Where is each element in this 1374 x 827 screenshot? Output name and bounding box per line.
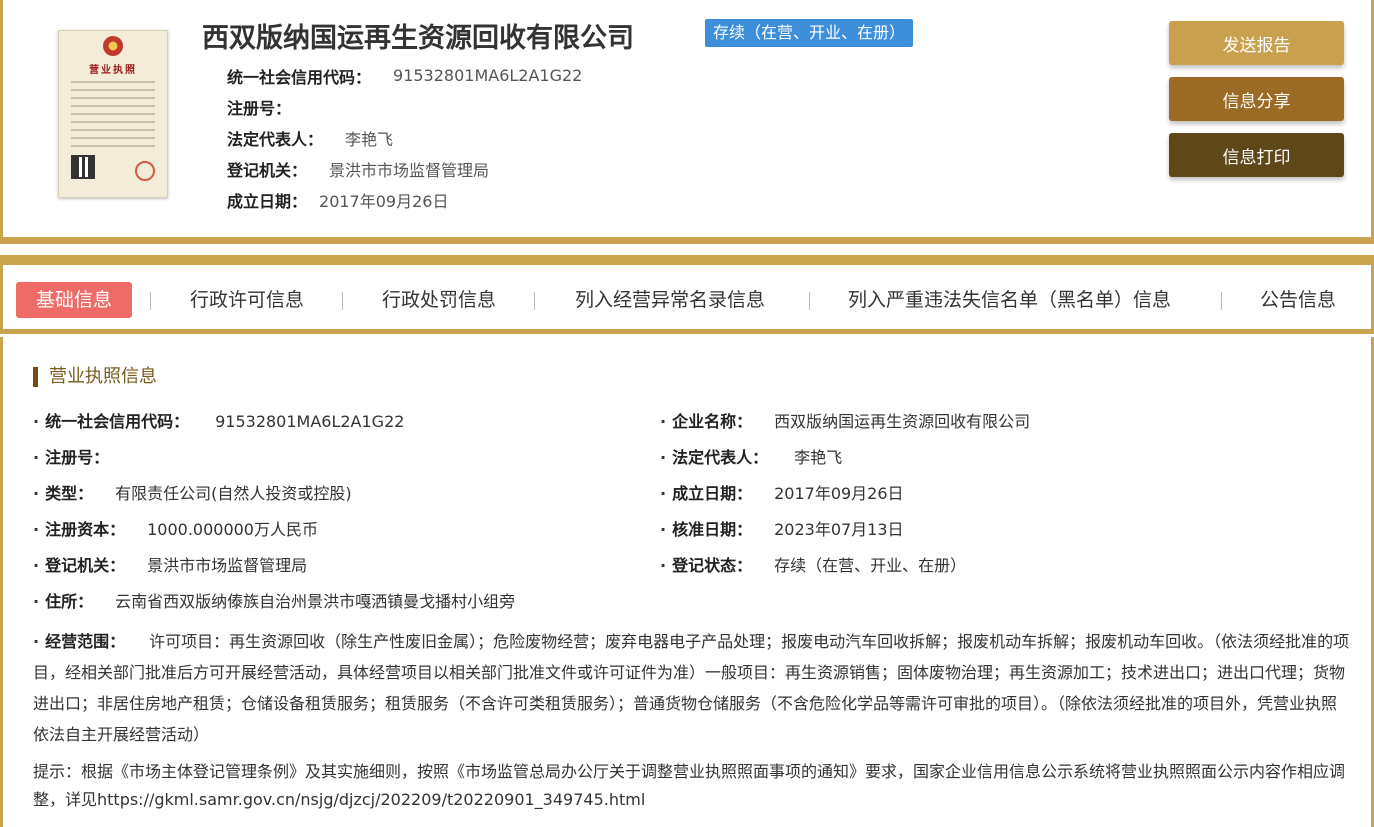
- field-label: 统一社会信用代码：: [45, 412, 190, 431]
- field-reg-no: · 注册号：: [33, 448, 110, 467]
- status-badge: 存续（在营、开业、在册）: [705, 19, 914, 47]
- company-header-card: 营业执照 西双版纳国运再生资源回收有限公司 存续（在营、开业、在册） 统一社会信…: [0, 0, 1374, 244]
- seal-icon: [135, 161, 155, 181]
- header-credit-code-row: 统一社会信用代码： 91532801MA6L2A1G22: [227, 60, 582, 91]
- field-value: 1000.000000万人民币: [147, 520, 318, 539]
- field-legal-rep: · 法定代表人： 李艳飞: [660, 448, 843, 467]
- field-label: 核准日期：: [672, 520, 753, 539]
- field-value: 有限责任公司(自然人投资或控股): [115, 484, 352, 503]
- field-label: 登记机关：: [45, 556, 126, 575]
- section-title: 营业执照信息: [33, 367, 157, 387]
- header-authority-label: 登记机关：: [227, 160, 308, 180]
- tab-blacklist[interactable]: 列入严重违法失信名单（黑名单）信息: [848, 282, 1171, 318]
- field-label: 成立日期：: [672, 484, 753, 503]
- header-authority-row: 登记机关： 景洪市市场监督管理局: [227, 153, 582, 184]
- tab-basic-info[interactable]: 基础信息: [16, 282, 133, 318]
- national-emblem-icon: [103, 36, 123, 56]
- company-name: 西双版纳国运再生资源回收有限公司: [202, 23, 634, 54]
- field-business-scope: · 经营范围： 许可项目：再生资源回收（除生产性废旧金属）；危险废物经营；废弃电器电…: [33, 632, 1350, 744]
- field-type: · 类型： 有限责任公司(自然人投资或控股): [33, 484, 352, 503]
- field-value: 存续（在营、开业、在册）: [774, 556, 967, 575]
- header-credit-code-label: 统一社会信用代码：: [227, 67, 372, 87]
- send-report-button[interactable]: 发送报告: [1169, 21, 1344, 65]
- header-reg-no-label: 注册号：: [227, 98, 292, 118]
- field-value: 2017年09月26日: [774, 484, 904, 503]
- header-founded-value: 2017年09月26日: [319, 191, 449, 211]
- field-capital: · 注册资本： 1000.000000万人民币: [33, 520, 318, 539]
- field-company-name: · 企业名称： 西双版纳国运再生资源回收有限公司: [660, 412, 1031, 431]
- field-approved: · 核准日期： 2023年07月13日: [660, 520, 904, 539]
- tab-announcements[interactable]: 公告信息: [1260, 282, 1336, 318]
- field-address: · 住所： 云南省西双版纳傣族自治州景洪市嘎洒镇曼戈播村小组旁: [33, 592, 516, 611]
- info-tabs: 基础信息 行政许可信息 行政处罚信息 列入经营异常名录信息 列入严重违法失信名单…: [0, 255, 1374, 334]
- share-info-button[interactable]: 信息分享: [1169, 77, 1344, 121]
- field-reg-status: · 登记状态： 存续（在营、开业、在册）: [660, 556, 967, 575]
- field-value: 李艳飞: [794, 448, 843, 467]
- header-founded-label: 成立日期：: [227, 191, 308, 211]
- field-value: 云南省西双版纳傣族自治州景洪市嘎洒镇曼戈播村小组旁: [115, 592, 516, 611]
- tab-divider: [1221, 292, 1222, 310]
- field-founded: · 成立日期： 2017年09月26日: [660, 484, 904, 503]
- field-label: 注册资本：: [45, 520, 126, 539]
- header-legal-rep-row: 法定代表人： 李艳飞: [227, 122, 582, 153]
- field-label: 企业名称：: [672, 412, 753, 431]
- business-scope-text: 许可项目：再生资源回收（除生产性废旧金属）；危险废物经营；废弃电器电子产品处理；…: [33, 632, 1350, 744]
- tab-divider: [150, 292, 151, 310]
- field-value: 2023年07月13日: [774, 520, 904, 539]
- qr-code-icon: [71, 155, 95, 179]
- header-authority-value: 景洪市市场监督管理局: [329, 160, 490, 180]
- header-legal-rep-label: 法定代表人：: [227, 129, 324, 149]
- notice-hint: 提示：根据《市场主体登记管理条例》及其实施细则，按照《市场监管总局办公厅关于调整…: [33, 762, 1346, 809]
- header-reg-no-row: 注册号：: [227, 91, 582, 122]
- header-credit-code-value: 91532801MA6L2A1G22: [393, 66, 583, 85]
- field-label: 经营范围：: [45, 632, 126, 651]
- header-legal-rep-value: 李艳飞: [345, 129, 394, 149]
- header-info: 统一社会信用代码： 91532801MA6L2A1G22 注册号： 法定代表人：…: [227, 60, 582, 215]
- field-label: 住所：: [45, 592, 94, 611]
- tab-admin-license[interactable]: 行政许可信息: [190, 282, 304, 318]
- license-info-panel: 营业执照信息 · 统一社会信用代码： 91532801MA6L2A1G22 · 注册号…: [0, 337, 1374, 827]
- field-value: 景洪市市场监督管理局: [147, 556, 308, 575]
- print-info-button[interactable]: 信息打印: [1169, 133, 1344, 177]
- tab-divider: [534, 292, 535, 310]
- business-license-image[interactable]: 营业执照: [58, 30, 168, 198]
- field-authority: · 登记机关： 景洪市市场监督管理局: [33, 556, 308, 575]
- field-label: 登记状态：: [672, 556, 753, 575]
- tab-divider: [342, 292, 343, 310]
- tab-abnormal-list[interactable]: 列入经营异常名录信息: [575, 282, 765, 318]
- field-label: 注册号：: [45, 448, 110, 467]
- header-founded-row: 成立日期： 2017年09月26日: [227, 184, 582, 215]
- field-label: 类型：: [45, 484, 94, 503]
- field-value: 西双版纳国运再生资源回收有限公司: [774, 412, 1031, 431]
- field-value: 91532801MA6L2A1G22: [215, 412, 405, 431]
- tab-divider: [809, 292, 810, 310]
- field-credit-code: · 统一社会信用代码： 91532801MA6L2A1G22: [33, 412, 405, 431]
- license-thumb-title: 营业执照: [89, 65, 137, 76]
- tab-admin-penalty[interactable]: 行政处罚信息: [382, 282, 496, 318]
- field-label: 法定代表人：: [672, 448, 769, 467]
